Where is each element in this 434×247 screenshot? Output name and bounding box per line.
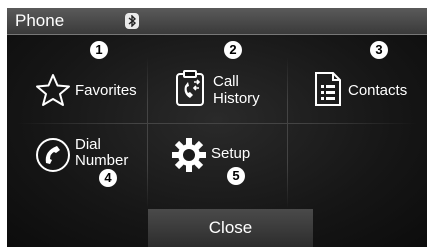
menu-item-label: Contacts [348,82,408,99]
menu-item-contacts[interactable]: 3 Contacts [307,41,427,121]
close-button[interactable]: Close [148,209,313,247]
menu-area: 1 Favorites 2 Call History 3 Contacts Di… [7,35,427,247]
menu-item-dial-number[interactable]: Dial Number 4 [27,129,149,205]
phone-screen: Phone 1 Favorites 2 Call History 3 Conta… [7,8,427,247]
menu-item-label: History [213,90,260,107]
star-icon [35,73,71,112]
menu-item-label: Favorites [75,82,137,99]
number-badge: 5 [227,167,245,185]
dial-icon [35,137,71,178]
menu-item-label: Setup [211,145,251,162]
title-bar: Phone [7,8,427,35]
menu-item-call-history[interactable]: 2 Call History [167,41,289,121]
number-badge: 4 [99,169,117,187]
menu-item-label: Number [75,152,129,169]
call-history-icon [174,69,206,112]
page-title: Phone [15,11,65,30]
number-badge: 1 [90,41,108,59]
gear-icon [171,137,207,178]
menu-item-setup[interactable]: Setup 5 [167,129,289,205]
menu-item-favorites[interactable]: 1 Favorites [27,41,149,121]
contacts-icon [313,71,343,112]
bluetooth-icon [125,13,139,29]
number-badge: 3 [370,41,388,59]
number-badge: 2 [224,41,242,59]
menu-item-label: Call [213,73,239,90]
menu-item-label: Dial [75,136,101,153]
divider [17,123,417,124]
